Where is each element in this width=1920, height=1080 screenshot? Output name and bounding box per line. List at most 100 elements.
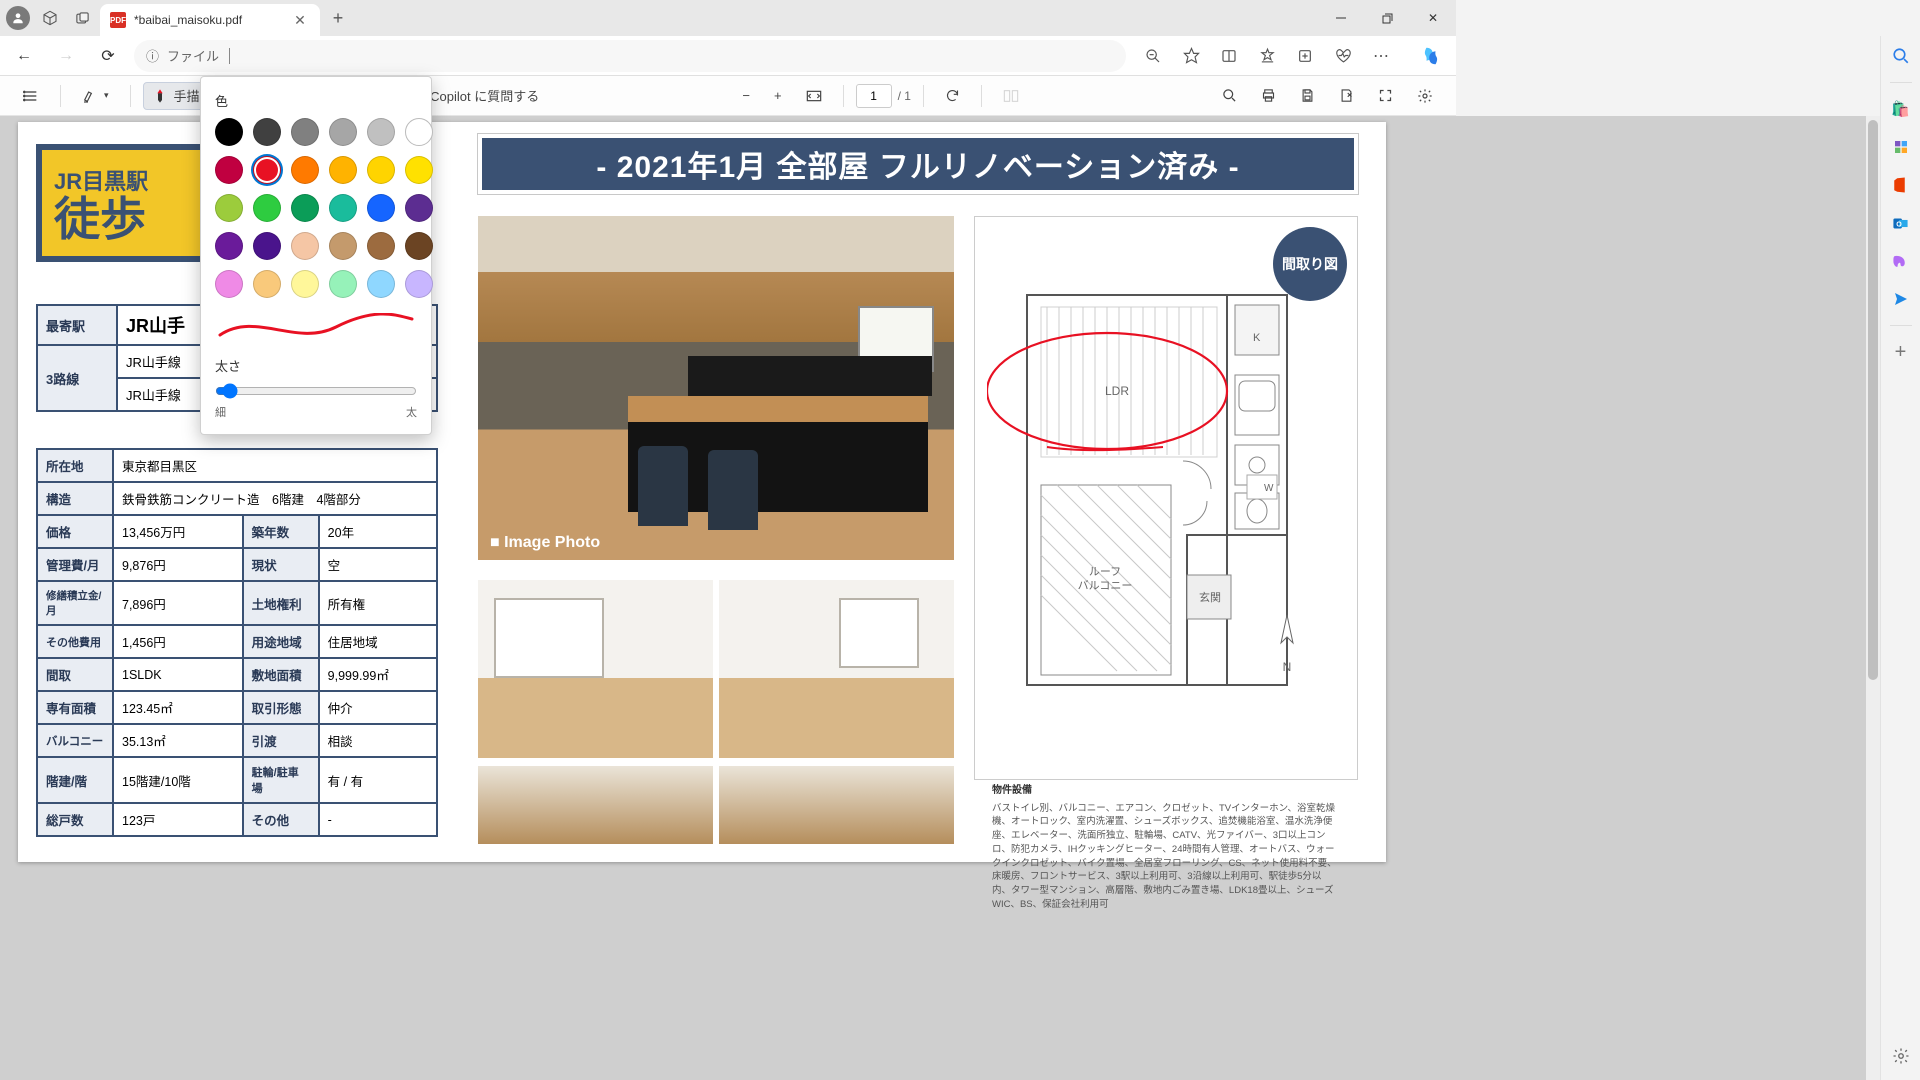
sidebar-shopping-icon[interactable]: 🛍️ <box>1889 97 1913 121</box>
sidebar-designer-icon[interactable] <box>1889 249 1913 273</box>
sidebar-drop-icon[interactable] <box>1889 287 1913 311</box>
banner-heading: - 2021年1月 全部屋 フルリノベーション済み - <box>478 134 1358 194</box>
save-button[interactable] <box>1291 82 1324 110</box>
minimize-button[interactable] <box>1318 0 1364 36</box>
address-input[interactable]: ⓘ ファイル <box>134 40 1126 72</box>
highlight-button[interactable]: ▾ <box>73 82 118 110</box>
color-swatch[interactable] <box>367 270 395 298</box>
zoom-reset-icon[interactable] <box>1136 39 1170 73</box>
color-swatch[interactable] <box>405 270 433 298</box>
window-titlebar: PDF *baibai_maisoku.pdf ✕ + ✕ <box>0 0 1456 36</box>
print-button[interactable] <box>1252 82 1285 110</box>
favorites-list-icon[interactable] <box>1250 39 1284 73</box>
color-swatch[interactable] <box>253 118 281 146</box>
color-swatch[interactable] <box>405 118 433 146</box>
color-swatch[interactable] <box>291 232 319 260</box>
scrollbar-thumb[interactable] <box>1868 120 1878 680</box>
new-tab-button[interactable]: + <box>324 4 352 32</box>
color-swatch[interactable] <box>405 194 433 222</box>
color-swatch[interactable] <box>291 156 319 184</box>
stroke-preview <box>215 310 417 346</box>
color-swatch[interactable] <box>215 270 243 298</box>
color-swatch[interactable] <box>367 156 395 184</box>
sidebar-m365-icon[interactable] <box>1889 173 1913 197</box>
main-photo: ■ Image Photo <box>478 216 954 560</box>
thickness-slider[interactable] <box>215 383 417 399</box>
collections-icon[interactable] <box>1288 39 1322 73</box>
address-bar: ← → ⟳ ⓘ ファイル ⋯ <box>0 36 1456 76</box>
th-nearest: 最寄駅 <box>37 305 117 345</box>
color-section-label: 色 <box>215 91 417 110</box>
color-swatch[interactable] <box>215 194 243 222</box>
sidebar-settings-icon[interactable] <box>1889 1044 1913 1068</box>
sidebar-tools-icon[interactable] <box>1889 135 1913 159</box>
split-screen-icon[interactable] <box>1212 39 1246 73</box>
find-button[interactable] <box>1213 82 1246 110</box>
color-swatch[interactable] <box>367 194 395 222</box>
photo-row-2 <box>478 766 954 844</box>
pdf-settings-button[interactable] <box>1408 82 1442 110</box>
tab-close-button[interactable]: ✕ <box>290 10 310 30</box>
color-swatch[interactable] <box>329 270 357 298</box>
color-swatch[interactable] <box>215 232 243 260</box>
copilot-button[interactable] <box>1414 39 1448 73</box>
browser-tab[interactable]: PDF *baibai_maisoku.pdf ✕ <box>100 4 320 36</box>
tab-title: *baibai_maisoku.pdf <box>134 13 282 27</box>
property-table: 所在地東京都目黒区 構造鉄骨鉄筋コンクリート造 6階建 4階部分 価格13,45… <box>36 448 438 837</box>
color-swatch[interactable] <box>291 194 319 222</box>
color-swatch[interactable] <box>367 118 395 146</box>
fullscreen-button[interactable] <box>1369 82 1402 110</box>
color-swatch[interactable] <box>253 156 281 184</box>
favorite-button[interactable] <box>1174 39 1208 73</box>
color-swatch[interactable] <box>405 232 433 260</box>
color-swatch[interactable] <box>329 118 357 146</box>
image-photo-label: ■ Image Photo <box>478 526 612 560</box>
color-swatch[interactable] <box>329 194 357 222</box>
edge-sidebar: 🛍️ O + <box>1880 36 1920 1080</box>
contents-button[interactable] <box>14 82 48 110</box>
color-swatch[interactable] <box>291 118 319 146</box>
save-as-button[interactable] <box>1330 82 1363 110</box>
cursor <box>229 48 230 64</box>
color-swatch[interactable] <box>253 270 281 298</box>
maximize-button[interactable] <box>1364 0 1410 36</box>
site-info-icon[interactable]: ⓘ <box>146 46 159 65</box>
color-swatch[interactable] <box>291 270 319 298</box>
station-badge: JR目黒駅 徒歩 <box>36 144 216 262</box>
close-window-button[interactable]: ✕ <box>1410 0 1456 36</box>
th-lines: 3路線 <box>37 345 117 411</box>
svg-text:ルーフ: ルーフ <box>1089 566 1121 578</box>
color-swatch[interactable] <box>215 156 243 184</box>
color-swatch[interactable] <box>329 232 357 260</box>
color-swatch[interactable] <box>215 118 243 146</box>
color-swatch[interactable] <box>329 156 357 184</box>
rotate-button[interactable] <box>936 82 969 110</box>
tab-actions-icon[interactable] <box>70 6 94 30</box>
refresh-button[interactable]: ⟳ <box>92 40 124 72</box>
pdf-toolbar: ▾ 手描き ▾ AI aあ Copilot に質問する − + / 1 色 太さ… <box>0 76 1456 116</box>
sidebar-outlook-icon[interactable]: O <box>1889 211 1913 235</box>
zoom-out-button[interactable]: − <box>733 82 759 110</box>
color-swatch[interactable] <box>253 232 281 260</box>
floorplan-panel: 間取り図 <box>974 216 1358 780</box>
svg-text:N: N <box>1283 660 1292 674</box>
profile-button[interactable] <box>6 6 30 30</box>
floorplan-svg: K LDR ルーフ バルコニー W 玄関 N <box>987 275 1347 695</box>
sidebar-search-icon[interactable] <box>1889 44 1913 68</box>
vertical-scrollbar[interactable] <box>1866 116 1880 1080</box>
fit-width-button[interactable] <box>797 82 831 110</box>
color-swatch[interactable] <box>253 194 281 222</box>
zoom-in-button[interactable]: + <box>765 82 791 110</box>
color-swatch[interactable] <box>405 156 433 184</box>
back-button[interactable]: ← <box>8 40 40 72</box>
workspaces-icon[interactable] <box>38 6 62 30</box>
svg-text:バルコニー: バルコニー <box>1078 579 1133 592</box>
copilot-ask-button[interactable]: Copilot に質問する <box>421 82 548 110</box>
svg-text:K: K <box>1253 332 1261 344</box>
page-total: / 1 <box>898 89 911 103</box>
sidebar-add-icon[interactable]: + <box>1889 340 1913 364</box>
browser-essentials-icon[interactable] <box>1326 39 1360 73</box>
page-number-input[interactable] <box>856 84 892 108</box>
more-menu-button[interactable]: ⋯ <box>1364 39 1398 73</box>
color-swatch[interactable] <box>367 232 395 260</box>
